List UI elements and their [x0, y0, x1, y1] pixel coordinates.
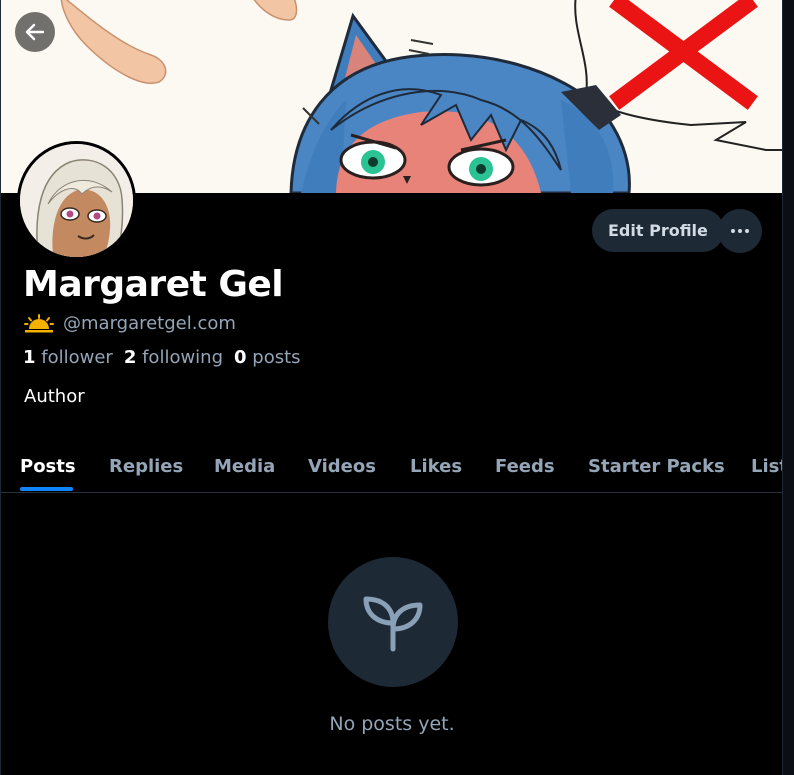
tab-feeds[interactable]: Feeds [495, 440, 555, 492]
sprout-icon [363, 596, 423, 652]
stat-count: 1 [23, 347, 36, 368]
display-name: Margaret Gel [23, 264, 284, 305]
stat-count: 0 [234, 347, 247, 368]
arrow-left-icon [25, 23, 45, 41]
more-options-button[interactable] [718, 209, 762, 253]
stat-label: following [142, 347, 224, 368]
followers-stat[interactable]: 1 follower [23, 347, 113, 368]
handle-row: @margaretgel.com [24, 313, 236, 334]
empty-state-badge [328, 557, 458, 687]
active-tab-indicator [20, 487, 73, 491]
profile-stats: 1 follower 2 following 0 posts [23, 347, 301, 368]
following-stat[interactable]: 2 following [124, 347, 223, 368]
tab-starter-packs[interactable]: Starter Packs [588, 440, 725, 492]
stat-label: follower [41, 347, 113, 368]
ellipsis-icon [731, 229, 749, 233]
edit-profile-label: Edit Profile [608, 221, 708, 240]
stat-label: posts [252, 347, 301, 368]
profile-tabs: Posts Replies Media Videos Likes Feeds S… [1, 440, 782, 493]
profile-bio: Author [24, 386, 85, 407]
tab-replies[interactable]: Replies [109, 440, 183, 492]
sunrise-icon [24, 313, 54, 332]
edit-profile-button[interactable]: Edit Profile [592, 209, 724, 252]
posts-stat: 0 posts [234, 347, 301, 368]
tab-lists[interactable]: Lists [751, 440, 782, 492]
tab-posts[interactable]: Posts [20, 440, 76, 492]
tab-likes[interactable]: Likes [410, 440, 462, 492]
profile-screen: Edit Profile Margaret Gel @margaretgel.c… [0, 0, 783, 775]
page-gutter [783, 0, 794, 775]
back-button[interactable] [15, 12, 55, 52]
stat-count: 2 [123, 347, 137, 368]
empty-state-message: No posts yet. [329, 713, 455, 735]
avatar-image [20, 144, 133, 257]
handle: @margaretgel.com [63, 313, 236, 334]
avatar[interactable] [17, 141, 136, 260]
tab-videos[interactable]: Videos [308, 440, 376, 492]
tab-media[interactable]: Media [214, 440, 275, 492]
